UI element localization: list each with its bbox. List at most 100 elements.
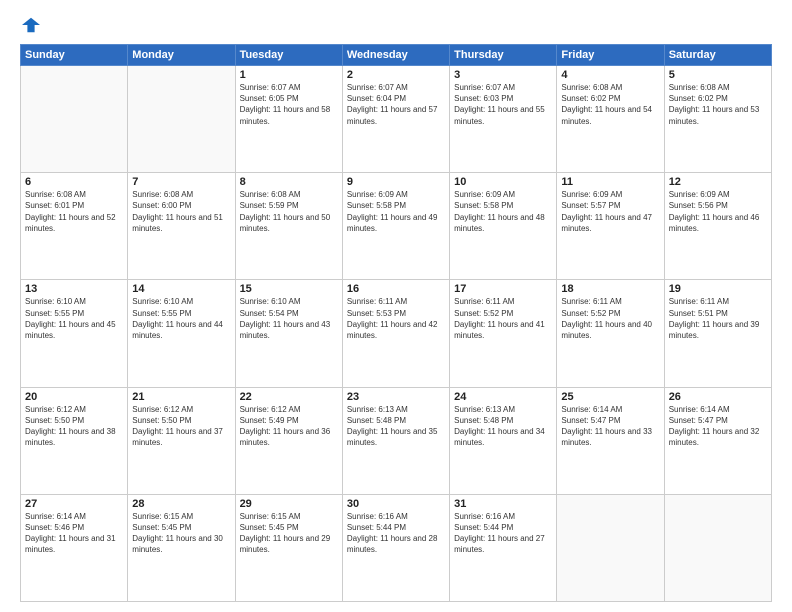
day-info: Sunrise: 6:08 AM Sunset: 6:01 PM Dayligh… (25, 189, 123, 234)
header (20, 16, 772, 36)
calendar-table: SundayMondayTuesdayWednesdayThursdayFrid… (20, 44, 772, 602)
day-info: Sunrise: 6:08 AM Sunset: 6:02 PM Dayligh… (561, 82, 659, 127)
calendar-cell: 7Sunrise: 6:08 AM Sunset: 6:00 PM Daylig… (128, 173, 235, 280)
calendar-cell: 20Sunrise: 6:12 AM Sunset: 5:50 PM Dayli… (21, 387, 128, 494)
day-info: Sunrise: 6:16 AM Sunset: 5:44 PM Dayligh… (347, 511, 445, 556)
day-number: 5 (669, 69, 767, 81)
calendar-week-3: 13Sunrise: 6:10 AM Sunset: 5:55 PM Dayli… (21, 280, 772, 387)
calendar-cell: 6Sunrise: 6:08 AM Sunset: 6:01 PM Daylig… (21, 173, 128, 280)
calendar-dow-wednesday: Wednesday (342, 45, 449, 66)
day-info: Sunrise: 6:13 AM Sunset: 5:48 PM Dayligh… (454, 404, 552, 449)
day-number: 31 (454, 498, 552, 510)
calendar-cell: 15Sunrise: 6:10 AM Sunset: 5:54 PM Dayli… (235, 280, 342, 387)
day-info: Sunrise: 6:07 AM Sunset: 6:05 PM Dayligh… (240, 82, 338, 127)
day-info: Sunrise: 6:14 AM Sunset: 5:47 PM Dayligh… (561, 404, 659, 449)
calendar-week-1: 1Sunrise: 6:07 AM Sunset: 6:05 PM Daylig… (21, 66, 772, 173)
day-number: 18 (561, 283, 659, 295)
page: SundayMondayTuesdayWednesdayThursdayFrid… (0, 0, 792, 612)
day-info: Sunrise: 6:07 AM Sunset: 6:04 PM Dayligh… (347, 82, 445, 127)
day-number: 3 (454, 69, 552, 81)
day-info: Sunrise: 6:14 AM Sunset: 5:46 PM Dayligh… (25, 511, 123, 556)
calendar-cell: 2Sunrise: 6:07 AM Sunset: 6:04 PM Daylig… (342, 66, 449, 173)
calendar-cell: 29Sunrise: 6:15 AM Sunset: 5:45 PM Dayli… (235, 494, 342, 601)
day-number: 10 (454, 176, 552, 188)
day-number: 26 (669, 391, 767, 403)
calendar-cell (21, 66, 128, 173)
calendar-week-5: 27Sunrise: 6:14 AM Sunset: 5:46 PM Dayli… (21, 494, 772, 601)
calendar-cell: 30Sunrise: 6:16 AM Sunset: 5:44 PM Dayli… (342, 494, 449, 601)
calendar-cell: 10Sunrise: 6:09 AM Sunset: 5:58 PM Dayli… (450, 173, 557, 280)
day-info: Sunrise: 6:10 AM Sunset: 5:55 PM Dayligh… (25, 296, 123, 341)
day-number: 15 (240, 283, 338, 295)
calendar-cell (128, 66, 235, 173)
day-number: 23 (347, 391, 445, 403)
calendar-cell: 31Sunrise: 6:16 AM Sunset: 5:44 PM Dayli… (450, 494, 557, 601)
calendar-cell: 28Sunrise: 6:15 AM Sunset: 5:45 PM Dayli… (128, 494, 235, 601)
day-info: Sunrise: 6:14 AM Sunset: 5:47 PM Dayligh… (669, 404, 767, 449)
day-info: Sunrise: 6:16 AM Sunset: 5:44 PM Dayligh… (454, 511, 552, 556)
day-number: 25 (561, 391, 659, 403)
calendar-cell (664, 494, 771, 601)
day-info: Sunrise: 6:09 AM Sunset: 5:57 PM Dayligh… (561, 189, 659, 234)
day-number: 22 (240, 391, 338, 403)
day-info: Sunrise: 6:12 AM Sunset: 5:50 PM Dayligh… (25, 404, 123, 449)
day-number: 27 (25, 498, 123, 510)
calendar-cell: 13Sunrise: 6:10 AM Sunset: 5:55 PM Dayli… (21, 280, 128, 387)
calendar-cell: 3Sunrise: 6:07 AM Sunset: 6:03 PM Daylig… (450, 66, 557, 173)
day-info: Sunrise: 6:10 AM Sunset: 5:55 PM Dayligh… (132, 296, 230, 341)
logo-bird-icon (22, 16, 40, 34)
day-info: Sunrise: 6:08 AM Sunset: 6:02 PM Dayligh… (669, 82, 767, 127)
calendar-dow-sunday: Sunday (21, 45, 128, 66)
day-number: 20 (25, 391, 123, 403)
calendar-dow-monday: Monday (128, 45, 235, 66)
day-number: 8 (240, 176, 338, 188)
day-number: 12 (669, 176, 767, 188)
calendar-cell: 16Sunrise: 6:11 AM Sunset: 5:53 PM Dayli… (342, 280, 449, 387)
day-info: Sunrise: 6:15 AM Sunset: 5:45 PM Dayligh… (132, 511, 230, 556)
day-number: 11 (561, 176, 659, 188)
day-info: Sunrise: 6:07 AM Sunset: 6:03 PM Dayligh… (454, 82, 552, 127)
calendar-cell: 1Sunrise: 6:07 AM Sunset: 6:05 PM Daylig… (235, 66, 342, 173)
day-number: 19 (669, 283, 767, 295)
day-number: 13 (25, 283, 123, 295)
calendar-cell: 18Sunrise: 6:11 AM Sunset: 5:52 PM Dayli… (557, 280, 664, 387)
day-number: 1 (240, 69, 338, 81)
calendar-week-4: 20Sunrise: 6:12 AM Sunset: 5:50 PM Dayli… (21, 387, 772, 494)
calendar-dow-friday: Friday (557, 45, 664, 66)
calendar-cell: 27Sunrise: 6:14 AM Sunset: 5:46 PM Dayli… (21, 494, 128, 601)
day-info: Sunrise: 6:09 AM Sunset: 5:58 PM Dayligh… (347, 189, 445, 234)
calendar-week-2: 6Sunrise: 6:08 AM Sunset: 6:01 PM Daylig… (21, 173, 772, 280)
calendar-cell: 21Sunrise: 6:12 AM Sunset: 5:50 PM Dayli… (128, 387, 235, 494)
calendar-dow-saturday: Saturday (664, 45, 771, 66)
day-info: Sunrise: 6:11 AM Sunset: 5:51 PM Dayligh… (669, 296, 767, 341)
calendar-cell: 19Sunrise: 6:11 AM Sunset: 5:51 PM Dayli… (664, 280, 771, 387)
calendar-dow-thursday: Thursday (450, 45, 557, 66)
day-number: 4 (561, 69, 659, 81)
day-info: Sunrise: 6:09 AM Sunset: 5:56 PM Dayligh… (669, 189, 767, 234)
day-info: Sunrise: 6:08 AM Sunset: 5:59 PM Dayligh… (240, 189, 338, 234)
calendar-cell: 8Sunrise: 6:08 AM Sunset: 5:59 PM Daylig… (235, 173, 342, 280)
calendar-cell: 22Sunrise: 6:12 AM Sunset: 5:49 PM Dayli… (235, 387, 342, 494)
calendar-cell: 5Sunrise: 6:08 AM Sunset: 6:02 PM Daylig… (664, 66, 771, 173)
calendar-cell: 24Sunrise: 6:13 AM Sunset: 5:48 PM Dayli… (450, 387, 557, 494)
calendar-cell: 23Sunrise: 6:13 AM Sunset: 5:48 PM Dayli… (342, 387, 449, 494)
calendar-cell: 4Sunrise: 6:08 AM Sunset: 6:02 PM Daylig… (557, 66, 664, 173)
calendar-cell: 17Sunrise: 6:11 AM Sunset: 5:52 PM Dayli… (450, 280, 557, 387)
day-info: Sunrise: 6:12 AM Sunset: 5:49 PM Dayligh… (240, 404, 338, 449)
day-number: 9 (347, 176, 445, 188)
calendar-cell: 14Sunrise: 6:10 AM Sunset: 5:55 PM Dayli… (128, 280, 235, 387)
calendar-cell (557, 494, 664, 601)
day-info: Sunrise: 6:11 AM Sunset: 5:52 PM Dayligh… (561, 296, 659, 341)
day-info: Sunrise: 6:15 AM Sunset: 5:45 PM Dayligh… (240, 511, 338, 556)
calendar-cell: 12Sunrise: 6:09 AM Sunset: 5:56 PM Dayli… (664, 173, 771, 280)
day-number: 30 (347, 498, 445, 510)
day-number: 21 (132, 391, 230, 403)
calendar-cell: 26Sunrise: 6:14 AM Sunset: 5:47 PM Dayli… (664, 387, 771, 494)
calendar-header-row: SundayMondayTuesdayWednesdayThursdayFrid… (21, 45, 772, 66)
day-number: 28 (132, 498, 230, 510)
day-number: 17 (454, 283, 552, 295)
day-number: 7 (132, 176, 230, 188)
day-info: Sunrise: 6:08 AM Sunset: 6:00 PM Dayligh… (132, 189, 230, 234)
day-info: Sunrise: 6:09 AM Sunset: 5:58 PM Dayligh… (454, 189, 552, 234)
day-number: 6 (25, 176, 123, 188)
